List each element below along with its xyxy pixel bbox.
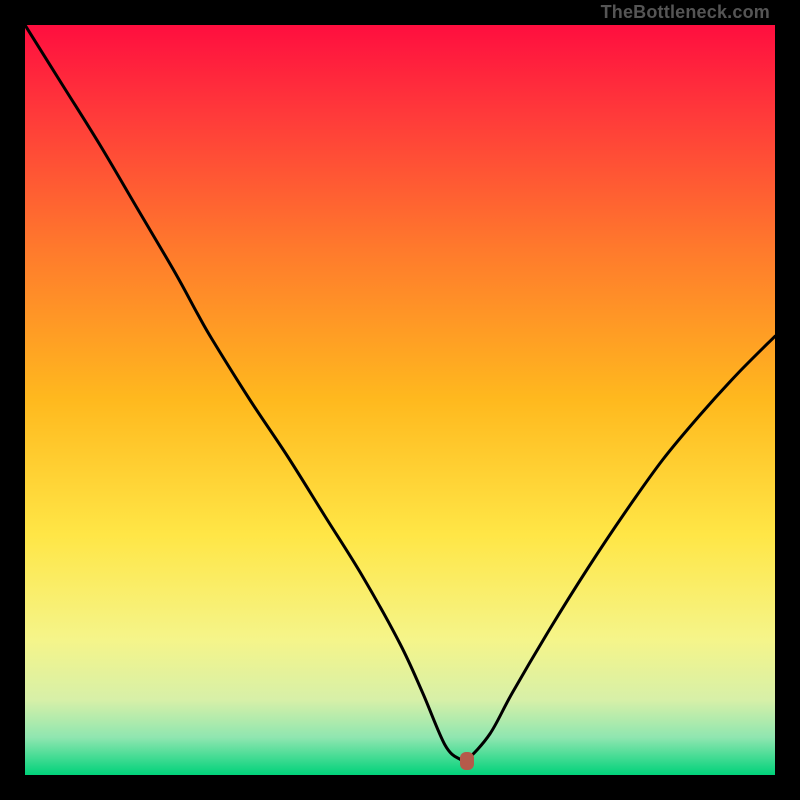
- watermark: TheBottleneck.com: [601, 2, 770, 23]
- chart-svg: [25, 25, 775, 775]
- optimum-marker: [460, 752, 474, 770]
- heat-gradient: [25, 25, 775, 775]
- plot-area: [25, 25, 775, 775]
- frame: TheBottleneck.com: [0, 0, 800, 800]
